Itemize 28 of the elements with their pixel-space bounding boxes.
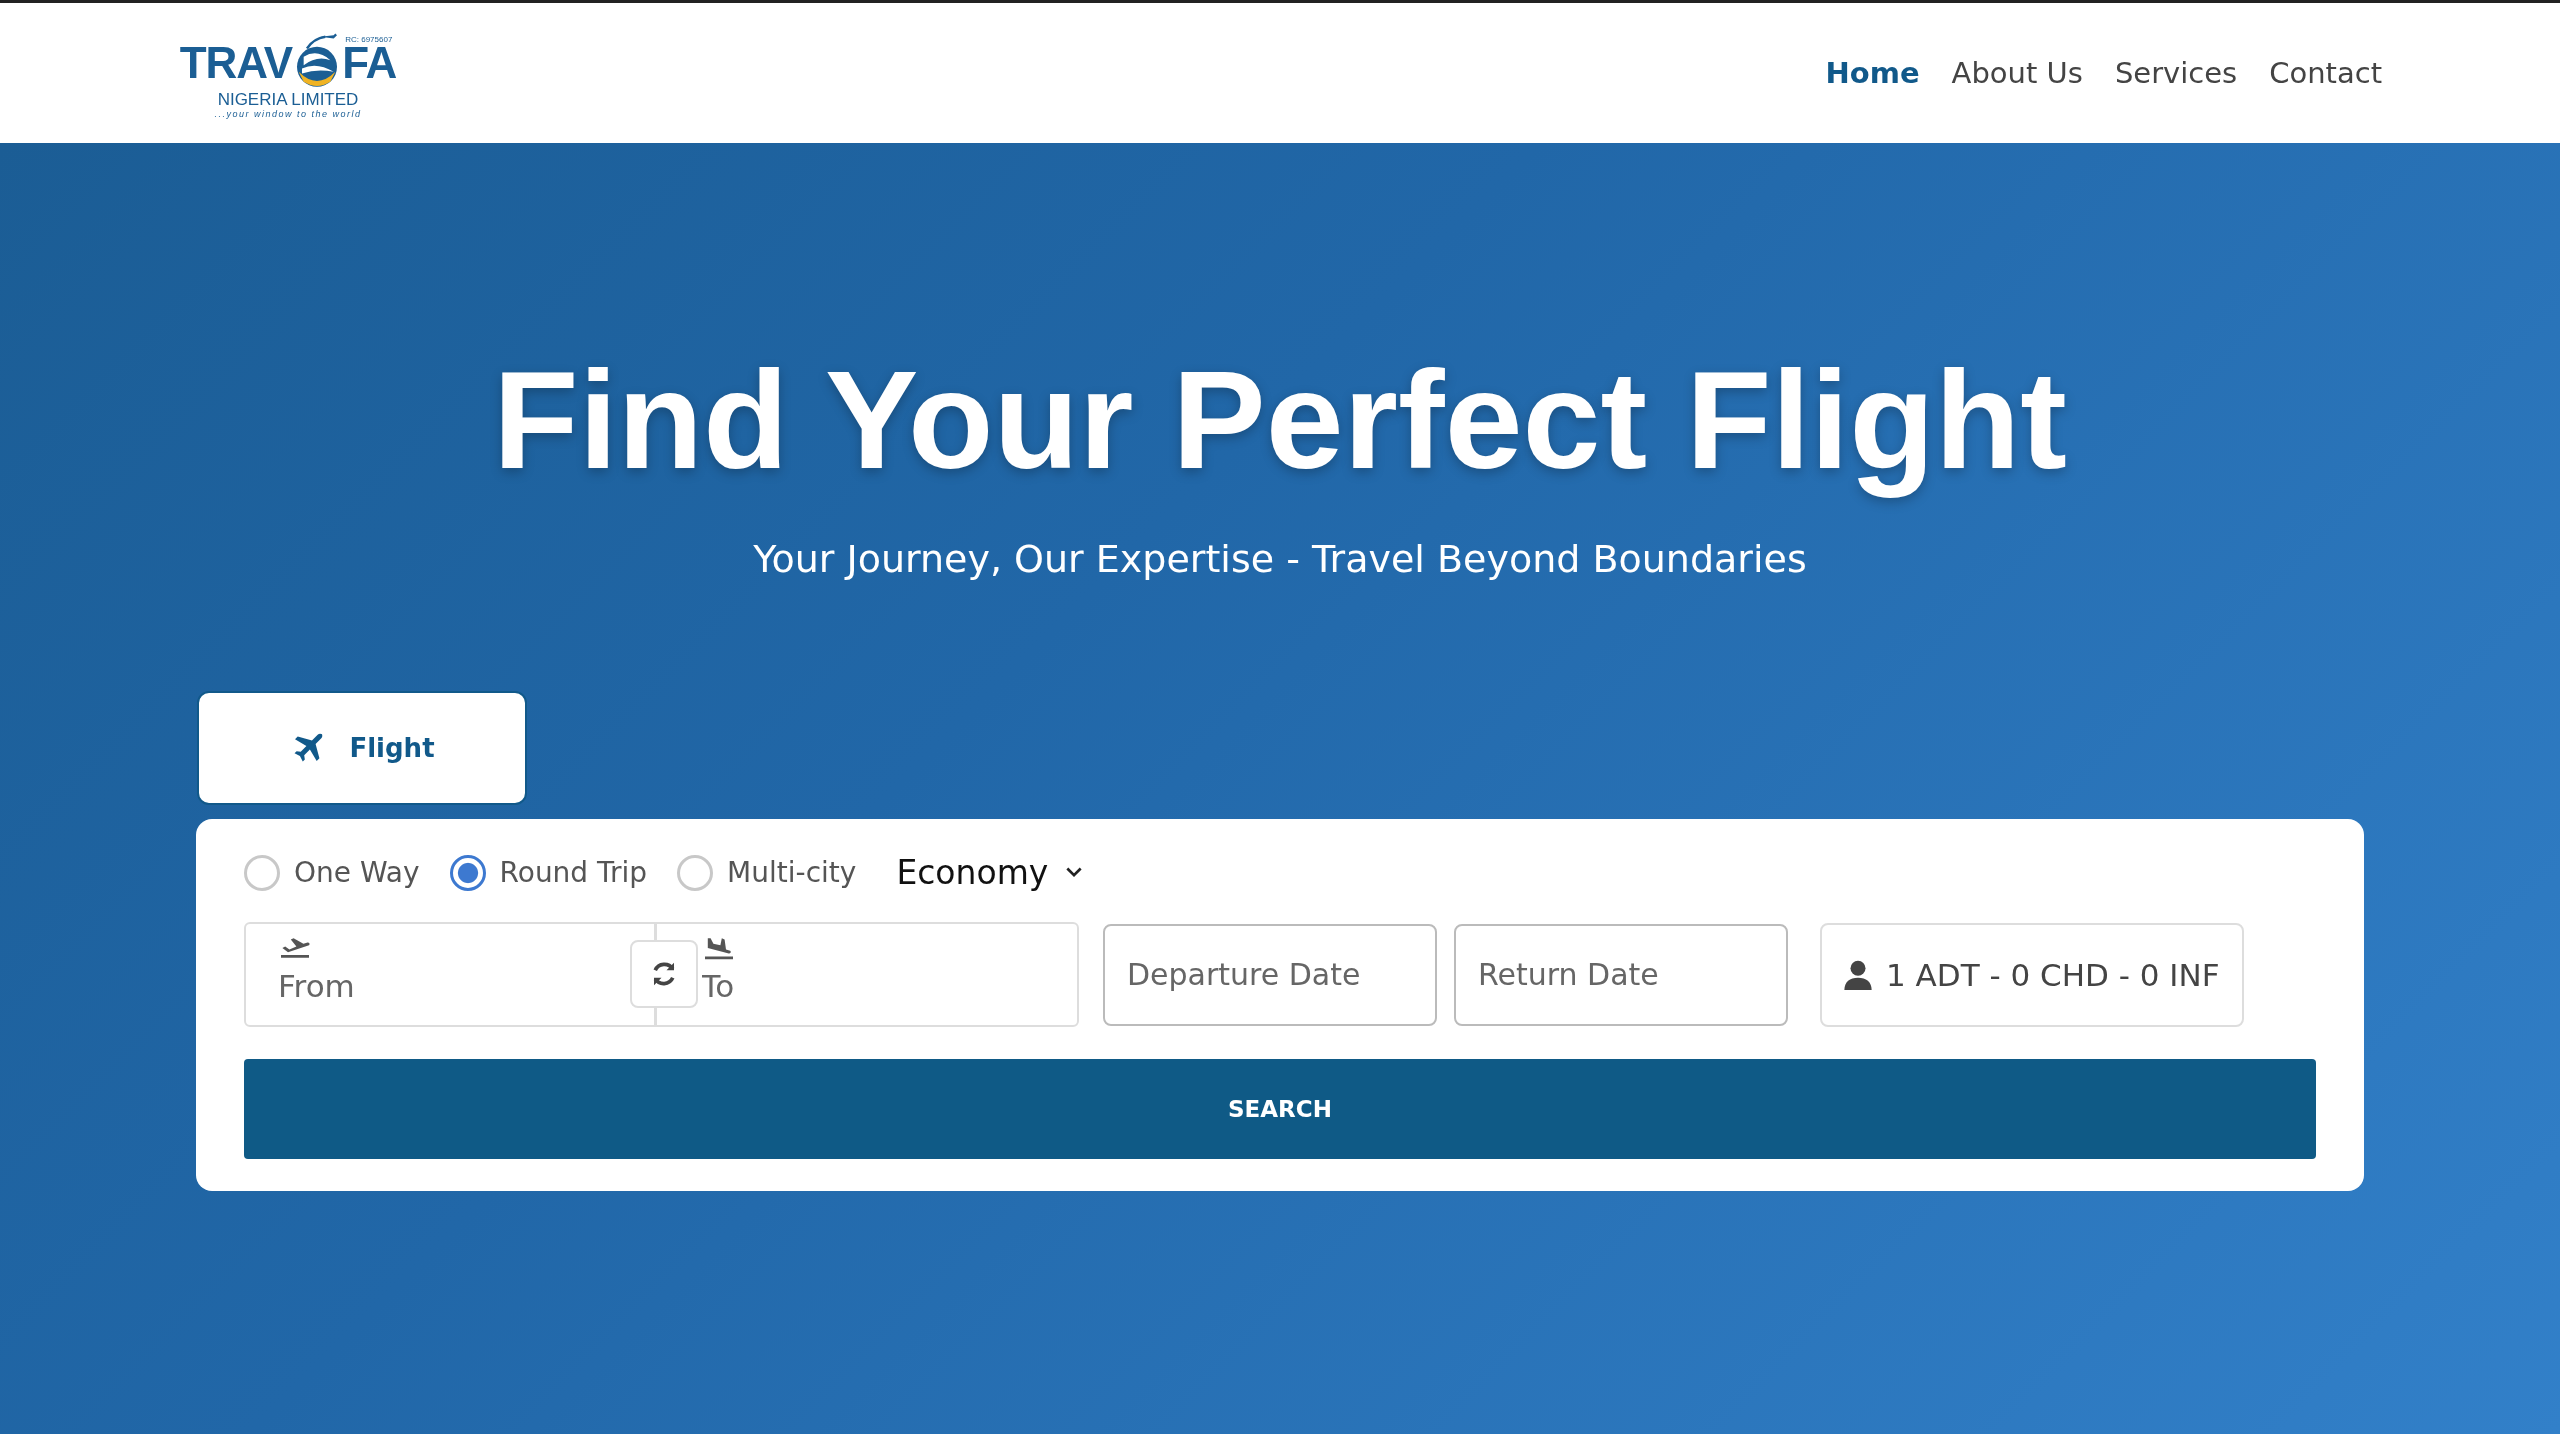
flight-tab[interactable]: Flight [197,691,527,805]
nav-link[interactable]: Home [1825,56,1920,90]
trip-type-option[interactable]: Round Trip [449,854,648,891]
person-icon [1844,959,1872,990]
chevron-down-icon [1066,867,1083,878]
passengers-selector[interactable]: 1 ADT - 0 CHD - 0 INF [1820,922,2244,1027]
departure-date-field[interactable]: Departure Date [1103,923,1437,1026]
nav-link[interactable]: About Us [1951,56,2083,90]
radio-button[interactable] [244,854,280,891]
nav-link[interactable]: Services [2114,56,2238,90]
logo-tagline: ...your window to the world [214,109,362,120]
trip-type-option[interactable]: One Way [244,854,420,891]
trip-type-option[interactable]: Multi-city [677,854,857,891]
logo-text: TRAV [179,40,293,85]
search-button[interactable]: SEARCH [244,1059,2316,1159]
nav-link[interactable]: Contact [2269,56,2382,90]
radio-label: Round Trip [499,856,648,889]
hero-subtitle: Your Journey, Our Expertise - Travel Beyond Boundaries [753,537,1807,581]
radio-button[interactable] [677,854,714,891]
hero-title: Find Your Perfect Flight [493,343,2067,497]
radio-label: One Way [294,856,420,889]
swap-button[interactable] [630,940,698,1008]
radio-button[interactable] [449,854,486,891]
registration-number: RC: 6975607 [345,34,393,44]
radio-label: Multi-city [727,856,857,889]
return-date-field[interactable]: Return Date [1454,923,1788,1026]
company-name: NIGERIA LIMITED [217,90,359,110]
cabin-class-dropdown[interactable]: Economy [886,853,1083,892]
